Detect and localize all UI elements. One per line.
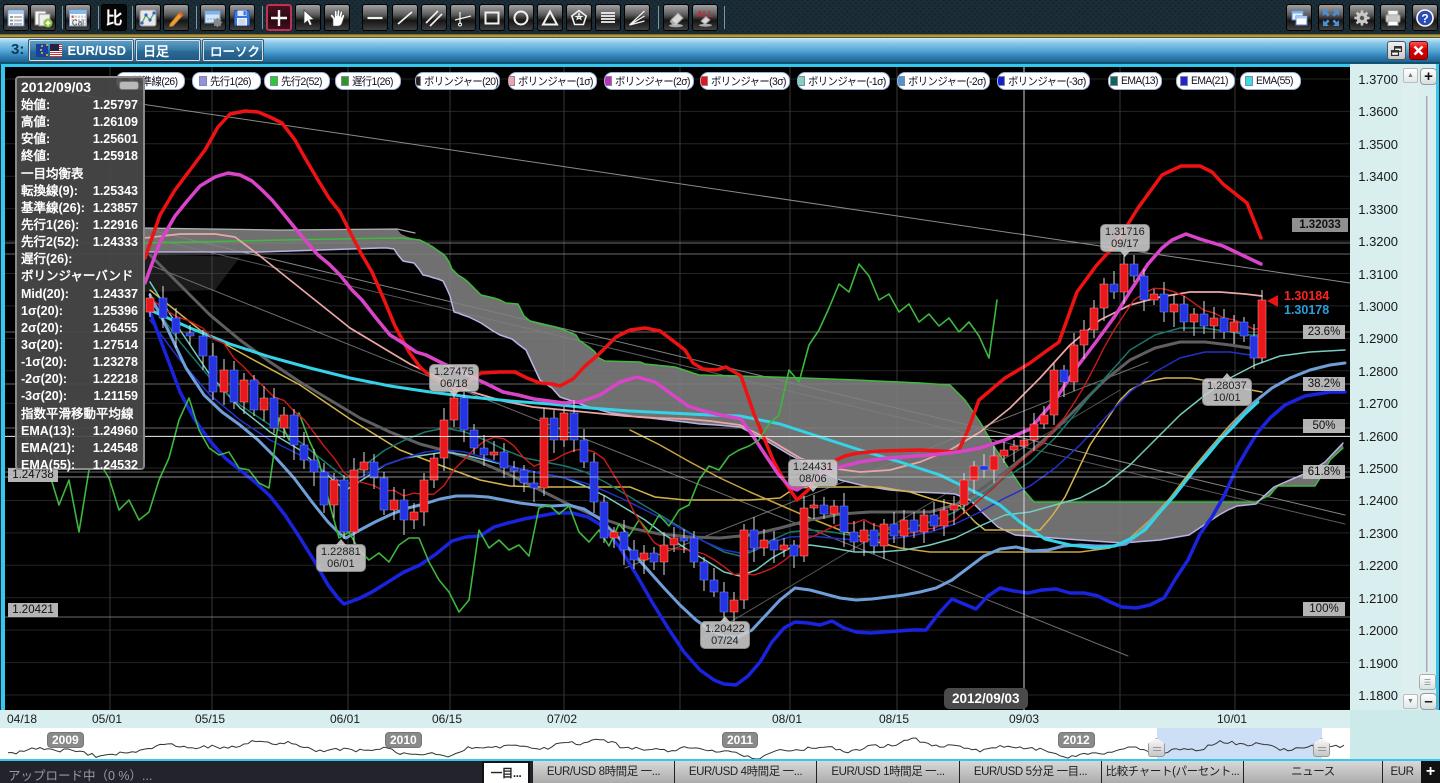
svg-text:?: ? [1421, 11, 1428, 25]
svg-text:比: 比 [106, 8, 123, 28]
svg-text:Cal: Cal [72, 18, 84, 27]
